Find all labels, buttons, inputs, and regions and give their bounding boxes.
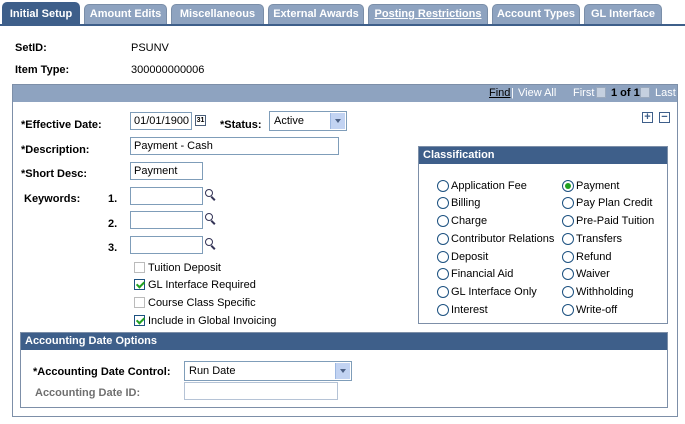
tab-external-awards[interactable]: External Awards xyxy=(268,4,364,24)
radio-transfers[interactable] xyxy=(562,233,574,245)
tab-amount-edits[interactable]: Amount Edits xyxy=(84,4,167,24)
accounting-date-id-label: Accounting Date ID: xyxy=(35,387,141,399)
tab-underline xyxy=(0,24,685,26)
status-select[interactable]: Active xyxy=(269,111,347,131)
setid-value: PSUNV xyxy=(131,42,169,54)
nav-separator: | xyxy=(511,87,514,99)
course-class-specific-label: Course Class Specific xyxy=(148,297,256,309)
chevron-down-icon xyxy=(330,113,345,129)
find-link[interactable]: Find xyxy=(489,87,510,99)
radio-label: Refund xyxy=(576,251,612,263)
radio-label: GL Interface Only xyxy=(451,286,537,298)
radio-label: Write-off xyxy=(576,304,618,316)
radio-label: Pre-Paid Tuition xyxy=(576,215,655,227)
radio-gl-interface-only[interactable] xyxy=(437,286,449,298)
radio-pay-plan-credit[interactable] xyxy=(562,197,574,209)
radio-waiver[interactable] xyxy=(562,268,574,280)
radio-label: Contributor Relations xyxy=(451,233,555,245)
classification-title: Classification xyxy=(419,147,667,164)
status-label: *Status: xyxy=(220,119,262,131)
global-invoicing-checkbox[interactable] xyxy=(134,315,146,326)
lookup-icon[interactable] xyxy=(205,238,217,250)
radio-refund[interactable] xyxy=(562,251,574,263)
short-desc-label: *Short Desc: xyxy=(21,168,88,180)
radio-label: Deposit xyxy=(451,251,489,263)
keyword-number: 3. xyxy=(108,242,118,254)
add-row-button[interactable]: + xyxy=(642,112,653,123)
radio-application-fee[interactable] xyxy=(437,180,449,192)
radio-pre-paid-tuition[interactable] xyxy=(562,215,574,227)
tab-posting-restrictions[interactable]: Posting Restrictions xyxy=(368,4,488,24)
row-range: 1 of 1 xyxy=(611,87,640,99)
keyword-3-input[interactable] xyxy=(130,236,203,254)
radio-label: Interest xyxy=(451,304,488,316)
next-arrow-icon[interactable] xyxy=(640,87,650,98)
radio-label: Billing xyxy=(451,197,481,209)
keywords-label: Keywords: xyxy=(24,193,81,205)
radio-label: Withholding xyxy=(576,286,634,298)
description-input[interactable]: Payment - Cash xyxy=(130,137,339,155)
radio-interest[interactable] xyxy=(437,304,449,316)
chevron-down-icon xyxy=(335,363,350,379)
accounting-date-control-select[interactable]: Run Date xyxy=(184,361,352,381)
lookup-icon[interactable] xyxy=(205,213,217,225)
keyword-number: 1. xyxy=(108,193,118,205)
radio-payment[interactable] xyxy=(562,180,574,192)
gl-interface-required-checkbox[interactable] xyxy=(134,279,146,290)
radio-label: Charge xyxy=(451,215,488,227)
description-label: *Description: xyxy=(21,144,90,156)
last-link[interactable]: Last xyxy=(655,87,676,99)
tuition-deposit-checkbox[interactable] xyxy=(134,262,145,273)
calendar-icon[interactable]: 31 xyxy=(195,115,206,126)
previous-arrow-icon[interactable] xyxy=(596,87,606,98)
radio-label: Payment xyxy=(576,180,620,192)
setid-label: SetID: xyxy=(15,42,47,54)
accounting-date-title: Accounting Date Options xyxy=(21,333,667,350)
keyword-number: 2. xyxy=(108,218,118,230)
effective-date-label: *Effective Date: xyxy=(21,119,102,131)
short-desc-input[interactable]: Payment xyxy=(130,162,203,180)
gl-interface-required-label: GL Interface Required xyxy=(148,279,256,291)
radio-label: Pay Plan Credit xyxy=(576,197,653,209)
grid-navigation-bar: Find | View All First 1 of 1 Last xyxy=(13,85,677,102)
radio-billing[interactable] xyxy=(437,197,449,209)
radio-label: Transfers xyxy=(576,233,623,245)
item-type-value: 300000000006 xyxy=(131,64,205,76)
effective-date-input[interactable]: 01/01/1900 xyxy=(130,112,192,130)
course-class-specific-checkbox[interactable] xyxy=(134,297,145,308)
accounting-date-control-label: *Accounting Date Control: xyxy=(33,366,171,378)
tab-account-types[interactable]: Account Types xyxy=(492,4,580,24)
accounting-date-control-value: Run Date xyxy=(189,365,236,377)
tab-miscellaneous[interactable]: Miscellaneous xyxy=(171,4,264,24)
radio-withholding[interactable] xyxy=(562,286,574,298)
radio-deposit[interactable] xyxy=(437,251,449,263)
status-value: Active xyxy=(274,115,304,127)
tab-initial-setup[interactable]: Initial Setup xyxy=(2,2,80,26)
item-type-label: Item Type: xyxy=(15,64,70,76)
lookup-icon[interactable] xyxy=(205,189,217,201)
radio-financial-aid[interactable] xyxy=(437,268,449,280)
tab-bar: Initial Setup Amount Edits Miscellaneous… xyxy=(0,0,685,26)
radio-label: Application Fee xyxy=(451,180,527,192)
first-link[interactable]: First xyxy=(573,87,594,99)
radio-label: Financial Aid xyxy=(451,268,514,280)
radio-contributor-relations[interactable] xyxy=(437,233,449,245)
keyword-1-input[interactable] xyxy=(130,187,203,205)
tuition-deposit-label: Tuition Deposit xyxy=(148,262,221,274)
tab-gl-interface[interactable]: GL Interface xyxy=(584,4,662,24)
keyword-2-input[interactable] xyxy=(130,211,203,229)
delete-row-button[interactable]: − xyxy=(659,112,670,123)
radio-charge[interactable] xyxy=(437,215,449,227)
view-all-link[interactable]: View All xyxy=(518,87,556,99)
global-invoicing-label: Include in Global Invoicing xyxy=(148,315,277,327)
radio-write-off[interactable] xyxy=(562,304,574,316)
accounting-date-id-input[interactable] xyxy=(184,382,338,400)
radio-label: Waiver xyxy=(576,268,610,280)
